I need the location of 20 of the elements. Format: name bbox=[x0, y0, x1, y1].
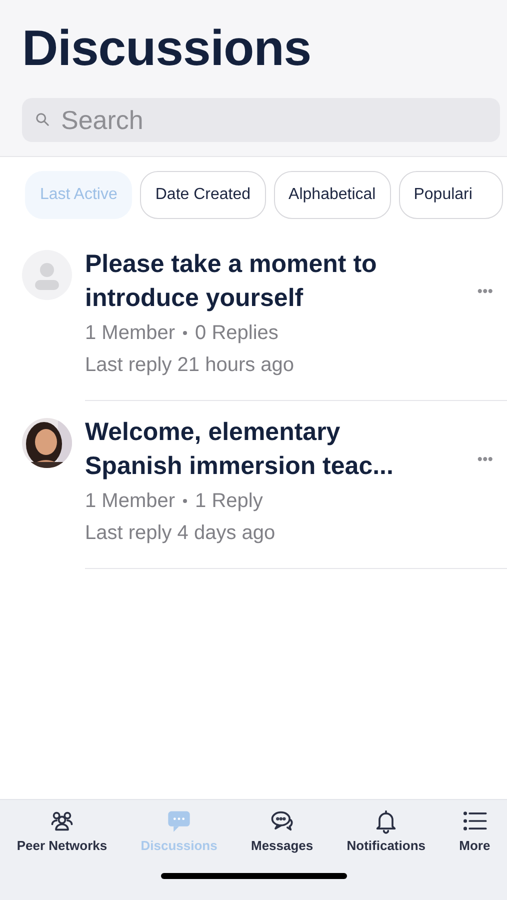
tab-bar-item[interactable]: Peer Networks bbox=[12, 808, 112, 853]
tab-bar-item[interactable]: More bbox=[455, 808, 494, 853]
last-reply-time: Last reply 21 hours ago bbox=[85, 353, 296, 378]
search-field[interactable]: Search bbox=[22, 98, 500, 142]
member-count: 1 Member bbox=[85, 321, 176, 346]
member-count: 1 Member bbox=[85, 489, 176, 514]
discussion-title[interactable]: Please take a moment to introduce yourself bbox=[85, 247, 425, 315]
sort-chip[interactable]: Date Created bbox=[140, 171, 266, 219]
tab-bar-item[interactable]: Messages bbox=[246, 808, 318, 853]
page-title: Discussions bbox=[22, 19, 312, 78]
separator-dot bbox=[183, 331, 188, 335]
discussion-title[interactable]: Welcome, elementary Spanish immersion teac... bbox=[85, 415, 425, 483]
reply-count: 0 Replies bbox=[195, 321, 278, 346]
reply-count: 1 Reply bbox=[195, 489, 263, 514]
sort-chip[interactable]: Populari bbox=[398, 171, 504, 219]
last-reply-time: Last reply 4 days ago bbox=[85, 521, 276, 546]
sort-chip[interactable]: Alphabetical bbox=[274, 171, 391, 219]
avatar-icon bbox=[22, 250, 72, 300]
tab-bar-item[interactable]: Notifications bbox=[342, 808, 430, 853]
separator-dot bbox=[183, 499, 188, 503]
